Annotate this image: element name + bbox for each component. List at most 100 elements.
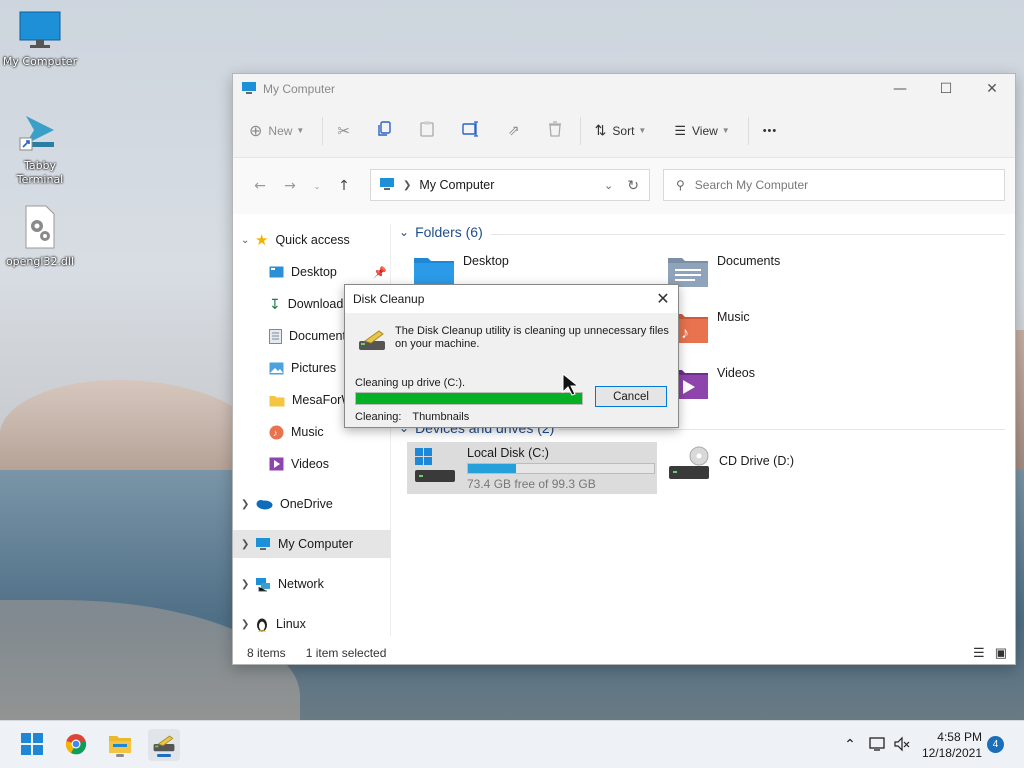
cut-button[interactable]: ✂ xyxy=(337,122,350,140)
star-icon: ★ xyxy=(255,232,269,249)
up-button[interactable]: ↑ xyxy=(329,178,359,194)
sidebar-item-network[interactable]: ❯ Network xyxy=(233,570,391,598)
download-icon: ↧ xyxy=(269,295,281,312)
sidebar-item-quick-access[interactable]: ⌄ ★ Quick access xyxy=(233,226,391,254)
active-indicator xyxy=(116,754,124,757)
back-button[interactable]: ← xyxy=(245,178,275,194)
taskbar-file-explorer[interactable] xyxy=(104,729,136,761)
clock-date: 12/18/2021 xyxy=(921,746,982,760)
clock-time: 4:58 PM xyxy=(937,730,982,744)
delete-button[interactable] xyxy=(548,121,562,140)
network-icon xyxy=(255,577,271,592)
item-count: 8 items xyxy=(247,646,286,660)
document-icon xyxy=(269,328,282,344)
sidebar-label: Music xyxy=(291,425,324,439)
folder-documents[interactable]: Documents xyxy=(667,254,780,291)
active-indicator xyxy=(157,754,171,757)
folder-music[interactable]: ♪ Music xyxy=(667,310,750,347)
sidebar-item-desktop[interactable]: Desktop 📌 xyxy=(233,258,391,286)
sidebar-item-linux[interactable]: ❯ Linux xyxy=(233,610,391,638)
notification-badge[interactable]: 4 xyxy=(987,736,1004,753)
start-button[interactable] xyxy=(16,729,48,761)
cleaning-drive-text: Cleaning up drive (C:). xyxy=(355,377,466,389)
sidebar-item-videos[interactable]: Videos xyxy=(233,450,391,478)
view-list-icon: ☰ xyxy=(674,122,686,138)
chevron-down-icon: ▼ xyxy=(296,126,305,135)
share-button[interactable]: ⇗ xyxy=(508,122,520,139)
drive-usage-bar xyxy=(467,463,655,474)
title-bar[interactable]: My Computer — ☐ ✕ xyxy=(233,74,1015,104)
taskbar: ⌃ 4:58 PM 12/18/2021 xyxy=(0,720,1024,768)
new-label: New xyxy=(268,123,293,138)
view-label: View xyxy=(691,123,718,138)
volume-tray-button[interactable] xyxy=(886,729,918,761)
share-icon: ⇗ xyxy=(507,122,520,138)
sidebar-item-onedrive[interactable]: ❯ OneDrive xyxy=(233,490,391,518)
more-options-button[interactable]: ••• xyxy=(763,125,778,137)
disk-cleanup-dialog[interactable]: Disk Cleanup ✕ The Disk Cleanup utility … xyxy=(344,284,679,428)
address-dropdown-icon[interactable]: ⌄ xyxy=(604,179,613,192)
sidebar-label: Linux xyxy=(276,617,306,631)
cleanup-progress-fill xyxy=(356,393,582,404)
computer-icon xyxy=(255,537,271,551)
desktop-icon-tabby-terminal[interactable]: Tabby Terminal xyxy=(0,110,80,187)
breadcrumb-my-computer[interactable]: My Computer xyxy=(419,178,494,192)
taskbar-chrome[interactable] xyxy=(60,729,92,761)
arrow-left-icon: ← xyxy=(254,178,266,194)
sort-button[interactable]: ⇅ Sort ▼ xyxy=(595,122,647,139)
sidebar-label: My Computer xyxy=(278,537,354,551)
sidebar-item-my-computer[interactable]: ❯ My Computer xyxy=(233,530,391,558)
tiles-view-button[interactable]: ▣ xyxy=(995,645,1007,661)
forward-button[interactable]: → xyxy=(275,178,305,194)
rename-button[interactable] xyxy=(462,121,480,140)
cancel-button[interactable]: Cancel xyxy=(595,386,667,407)
paste-button[interactable] xyxy=(420,121,434,140)
drive-cd-d[interactable]: CD Drive (D:) xyxy=(667,446,794,485)
rename-icon xyxy=(462,121,480,140)
desktop-icon-my-computer[interactable]: My Computer xyxy=(0,10,80,69)
breadcrumb-chevron-icon: ❯ xyxy=(403,179,412,191)
copy-icon xyxy=(378,121,392,140)
sort-icon: ⇅ xyxy=(594,122,607,138)
search-box[interactable]: ⚲ Search My Computer xyxy=(663,169,1005,201)
paste-icon xyxy=(420,121,434,140)
minimize-button[interactable]: — xyxy=(877,74,923,104)
new-button[interactable]: ⊕ New ▼ xyxy=(249,121,304,141)
arrow-right-icon: → xyxy=(284,178,296,194)
pin-icon[interactable]: 📌 xyxy=(373,266,387,279)
folder-videos[interactable]: Videos xyxy=(667,366,755,403)
address-bar[interactable]: ❯ My Computer ⌄ ↻ xyxy=(370,169,650,201)
chevron-down-icon: ▼ xyxy=(721,126,730,135)
refresh-icon[interactable]: ↻ xyxy=(627,177,639,194)
dialog-title-bar[interactable]: Disk Cleanup ✕ xyxy=(345,285,678,313)
dialog-title: Disk Cleanup xyxy=(353,292,425,306)
chevron-down-icon: ⌄ xyxy=(313,181,321,191)
taskbar-clock[interactable]: 4:58 PM 12/18/2021 xyxy=(920,729,982,761)
cleaning-item: Thumbnails xyxy=(412,411,470,423)
ellipsis-icon: ••• xyxy=(762,124,778,137)
copy-button[interactable] xyxy=(378,121,392,140)
music-icon: ♪ xyxy=(269,425,284,440)
folders-group-header[interactable]: ⌄ Folders (6) xyxy=(399,224,483,240)
tile-label: Desktop xyxy=(463,254,509,268)
desktop-icon-label: My Computer xyxy=(2,55,78,68)
chevron-right-icon: ❯ xyxy=(241,498,250,510)
recent-locations-button[interactable]: ⌄ xyxy=(305,182,329,191)
maximize-button[interactable]: ☐ xyxy=(923,74,969,104)
drive-local-disk-c[interactable]: Local Disk (C:) 73.4 GB free of 99.3 GB xyxy=(407,442,657,494)
speaker-muted-icon xyxy=(893,736,911,755)
sidebar-label: Documents xyxy=(289,329,353,343)
desktop-icon-opengl32[interactable]: opengl32.dll xyxy=(0,204,80,269)
search-icon: ⚲ xyxy=(676,178,685,192)
details-view-button[interactable]: ☰ xyxy=(973,645,985,661)
close-button[interactable]: ✕ xyxy=(969,74,1015,104)
toolbar-separator xyxy=(579,116,581,145)
sidebar-label: Downloads xyxy=(287,297,350,311)
view-button[interactable]: ☰ View ▼ xyxy=(674,123,729,139)
dialog-close-button[interactable]: ✕ xyxy=(648,289,678,309)
tile-label: Documents xyxy=(717,254,781,268)
chevron-right-icon: ❯ xyxy=(241,618,250,630)
sidebar-label: Desktop xyxy=(291,265,337,279)
sort-label: Sort xyxy=(612,123,635,138)
taskbar-disk-cleanup[interactable] xyxy=(148,729,180,761)
